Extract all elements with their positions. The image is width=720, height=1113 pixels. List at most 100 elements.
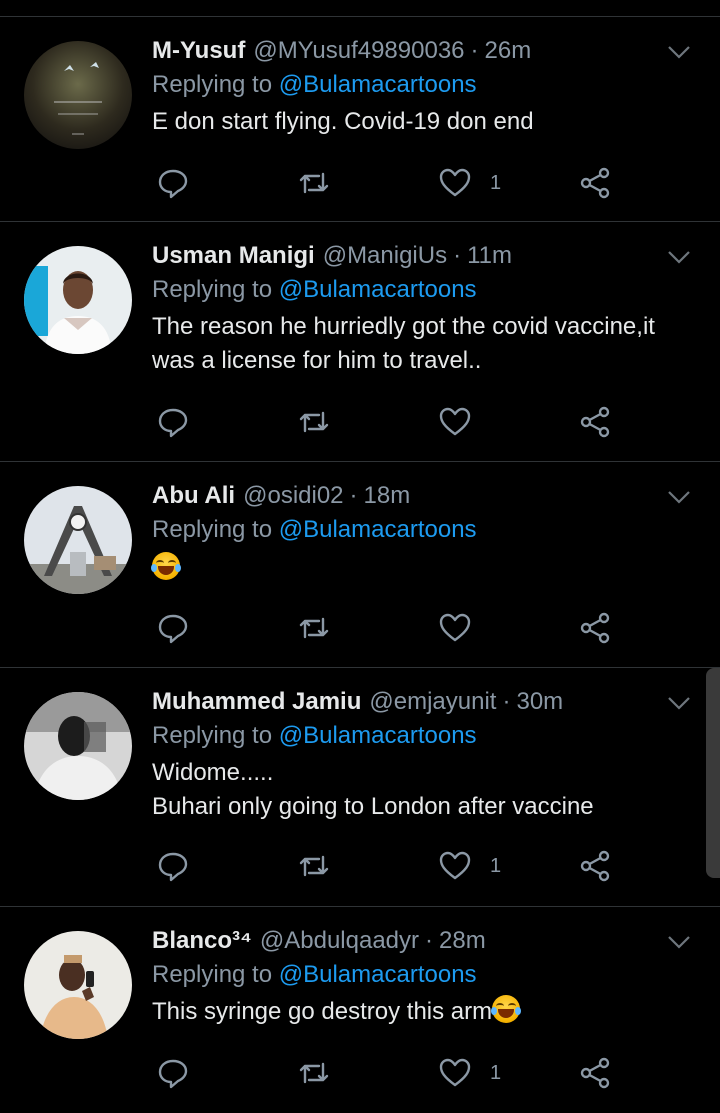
replying-to-label: Replying to: [152, 276, 273, 303]
tweet-text-line: was a license for him to travel..: [152, 347, 482, 374]
display-name[interactable]: Blanco³⁴: [152, 925, 252, 957]
display-name[interactable]: M-Yusuf: [152, 35, 245, 67]
user-handle[interactable]: @emjayunit: [369, 686, 496, 718]
timestamp[interactable]: 28m: [439, 925, 486, 957]
retweet-button[interactable]: [297, 1053, 331, 1093]
retweet-button[interactable]: [297, 846, 331, 886]
chevron-down-icon[interactable]: [666, 244, 692, 270]
tweet-text-line: Buhari only going to London after vaccin…: [152, 793, 594, 820]
tweet[interactable]: Blanco³⁴ @Abdulqaadyr · 28m Replying to …: [0, 907, 720, 1113]
replying-to: Replying to @Bulamacartoons: [152, 512, 680, 548]
retweet-button[interactable]: [297, 608, 331, 648]
separator-dot: ·: [349, 482, 358, 509]
reply-icon: [158, 852, 188, 882]
chevron-down-icon[interactable]: [666, 929, 692, 955]
share-button[interactable]: [578, 402, 612, 442]
separator-dot: ·: [453, 242, 462, 269]
share-icon: [580, 406, 610, 438]
replying-to-label: Replying to: [152, 516, 273, 543]
tweet-text-line: E don start flying. Covid-19 don end: [152, 108, 534, 135]
tweet-text-line: Widome.....: [152, 759, 274, 786]
tweet-actions: 1: [152, 163, 632, 203]
reply-icon: [158, 614, 188, 644]
replying-to-label: Replying to: [152, 71, 273, 98]
user-handle[interactable]: @osidi02: [243, 480, 343, 512]
reply-button[interactable]: [156, 163, 190, 203]
share-button[interactable]: [578, 846, 612, 886]
sketch-portrait-avatar: [24, 692, 132, 800]
tears-of-joy-emoji: [491, 995, 522, 1023]
reply-mention-link[interactable]: @Bulamacartoons: [279, 276, 477, 303]
share-button[interactable]: [578, 163, 612, 203]
tweet-text: E don start flying. Covid-19 don end: [152, 105, 680, 139]
tweet-text-line: This syringe go destroy this arm: [152, 998, 493, 1025]
avatar[interactable]: [24, 246, 132, 354]
replying-to: Replying to @Bulamacartoons: [152, 272, 680, 308]
reply-timeline: M-Yusuf @MYusuf49890036 · 26m Replying t…: [0, 0, 720, 1113]
avatar[interactable]: [24, 692, 132, 800]
like-button[interactable]: 1: [438, 1053, 501, 1093]
reply-button[interactable]: [156, 1053, 190, 1093]
tweet-text: Widome..... Buhari only going to London …: [152, 756, 680, 824]
tweet-text: This syringe go destroy this arm: [152, 995, 680, 1029]
heart-icon: [439, 613, 471, 642]
night-sky-avatar: [24, 41, 132, 149]
share-icon: [580, 850, 610, 882]
timestamp[interactable]: 26m: [485, 35, 532, 67]
reply-mention-link[interactable]: @Bulamacartoons: [279, 722, 477, 749]
chevron-down-icon[interactable]: [666, 484, 692, 510]
like-button[interactable]: 1: [438, 163, 501, 203]
timestamp[interactable]: 11m: [467, 240, 512, 272]
heart-icon: [439, 851, 471, 880]
share-button[interactable]: [578, 608, 612, 648]
retweet-button[interactable]: [297, 402, 331, 442]
tweet-text-line: The reason he hurriedly got the covid va…: [152, 313, 655, 340]
tweet[interactable]: Muhammed Jamiu @emjayunit · 30m Replying…: [0, 668, 720, 907]
like-count: 1: [490, 1061, 502, 1084]
chevron-down-icon[interactable]: [666, 39, 692, 65]
retweet-icon: [299, 855, 329, 877]
tweet-actions: [152, 402, 632, 442]
share-icon: [580, 1057, 610, 1089]
tweet[interactable]: M-Yusuf @MYusuf49890036 · 26m Replying t…: [0, 17, 720, 222]
timestamp[interactable]: 18m: [364, 480, 411, 512]
chevron-down-icon[interactable]: [666, 690, 692, 716]
replying-to-label: Replying to: [152, 722, 273, 749]
reply-mention-link[interactable]: @Bulamacartoons: [279, 961, 477, 988]
clock-tower-avatar: [24, 486, 132, 594]
like-button[interactable]: 1: [438, 846, 501, 886]
user-handle[interactable]: @Abdulqaadyr: [260, 925, 419, 957]
reply-mention-link[interactable]: @Bulamacartoons: [279, 516, 477, 543]
retweet-button[interactable]: [297, 163, 331, 203]
timestamp[interactable]: 30m: [516, 686, 563, 718]
tweet[interactable]: Usman Manigi @ManigiUs · 11m Replying to…: [0, 222, 720, 462]
separator-dot: ·: [425, 927, 434, 954]
tweet[interactable]: Abu Ali @osidi02 · 18m Replying to @Bula…: [0, 462, 720, 668]
display-name[interactable]: Abu Ali: [152, 480, 235, 512]
tweet-actions: 1: [152, 1053, 632, 1093]
reply-button[interactable]: [156, 608, 190, 648]
replying-to-label: Replying to: [152, 961, 273, 988]
reply-button[interactable]: [156, 402, 190, 442]
share-button[interactable]: [578, 1053, 612, 1093]
scrollbar-thumb[interactable]: [706, 668, 720, 878]
reply-icon: [158, 408, 188, 438]
user-handle[interactable]: @MYusuf49890036: [253, 35, 464, 67]
avatar[interactable]: [24, 931, 132, 1039]
user-handle[interactable]: @ManigiUs: [323, 240, 447, 272]
like-button[interactable]: [438, 608, 490, 648]
reply-button[interactable]: [156, 846, 190, 886]
display-name[interactable]: Muhammed Jamiu: [152, 686, 361, 718]
avatar[interactable]: [24, 41, 132, 149]
reply-mention-link[interactable]: @Bulamacartoons: [279, 71, 477, 98]
separator-dot: ·: [470, 37, 479, 64]
display-name[interactable]: Usman Manigi: [152, 240, 315, 272]
share-icon: [580, 612, 610, 644]
like-count: 1: [490, 854, 502, 877]
like-button[interactable]: [438, 402, 490, 442]
like-count: 1: [490, 171, 502, 194]
retweet-icon: [299, 1062, 329, 1084]
heart-icon: [439, 168, 471, 197]
avatar[interactable]: [24, 486, 132, 594]
person-photo-avatar: [24, 246, 132, 354]
